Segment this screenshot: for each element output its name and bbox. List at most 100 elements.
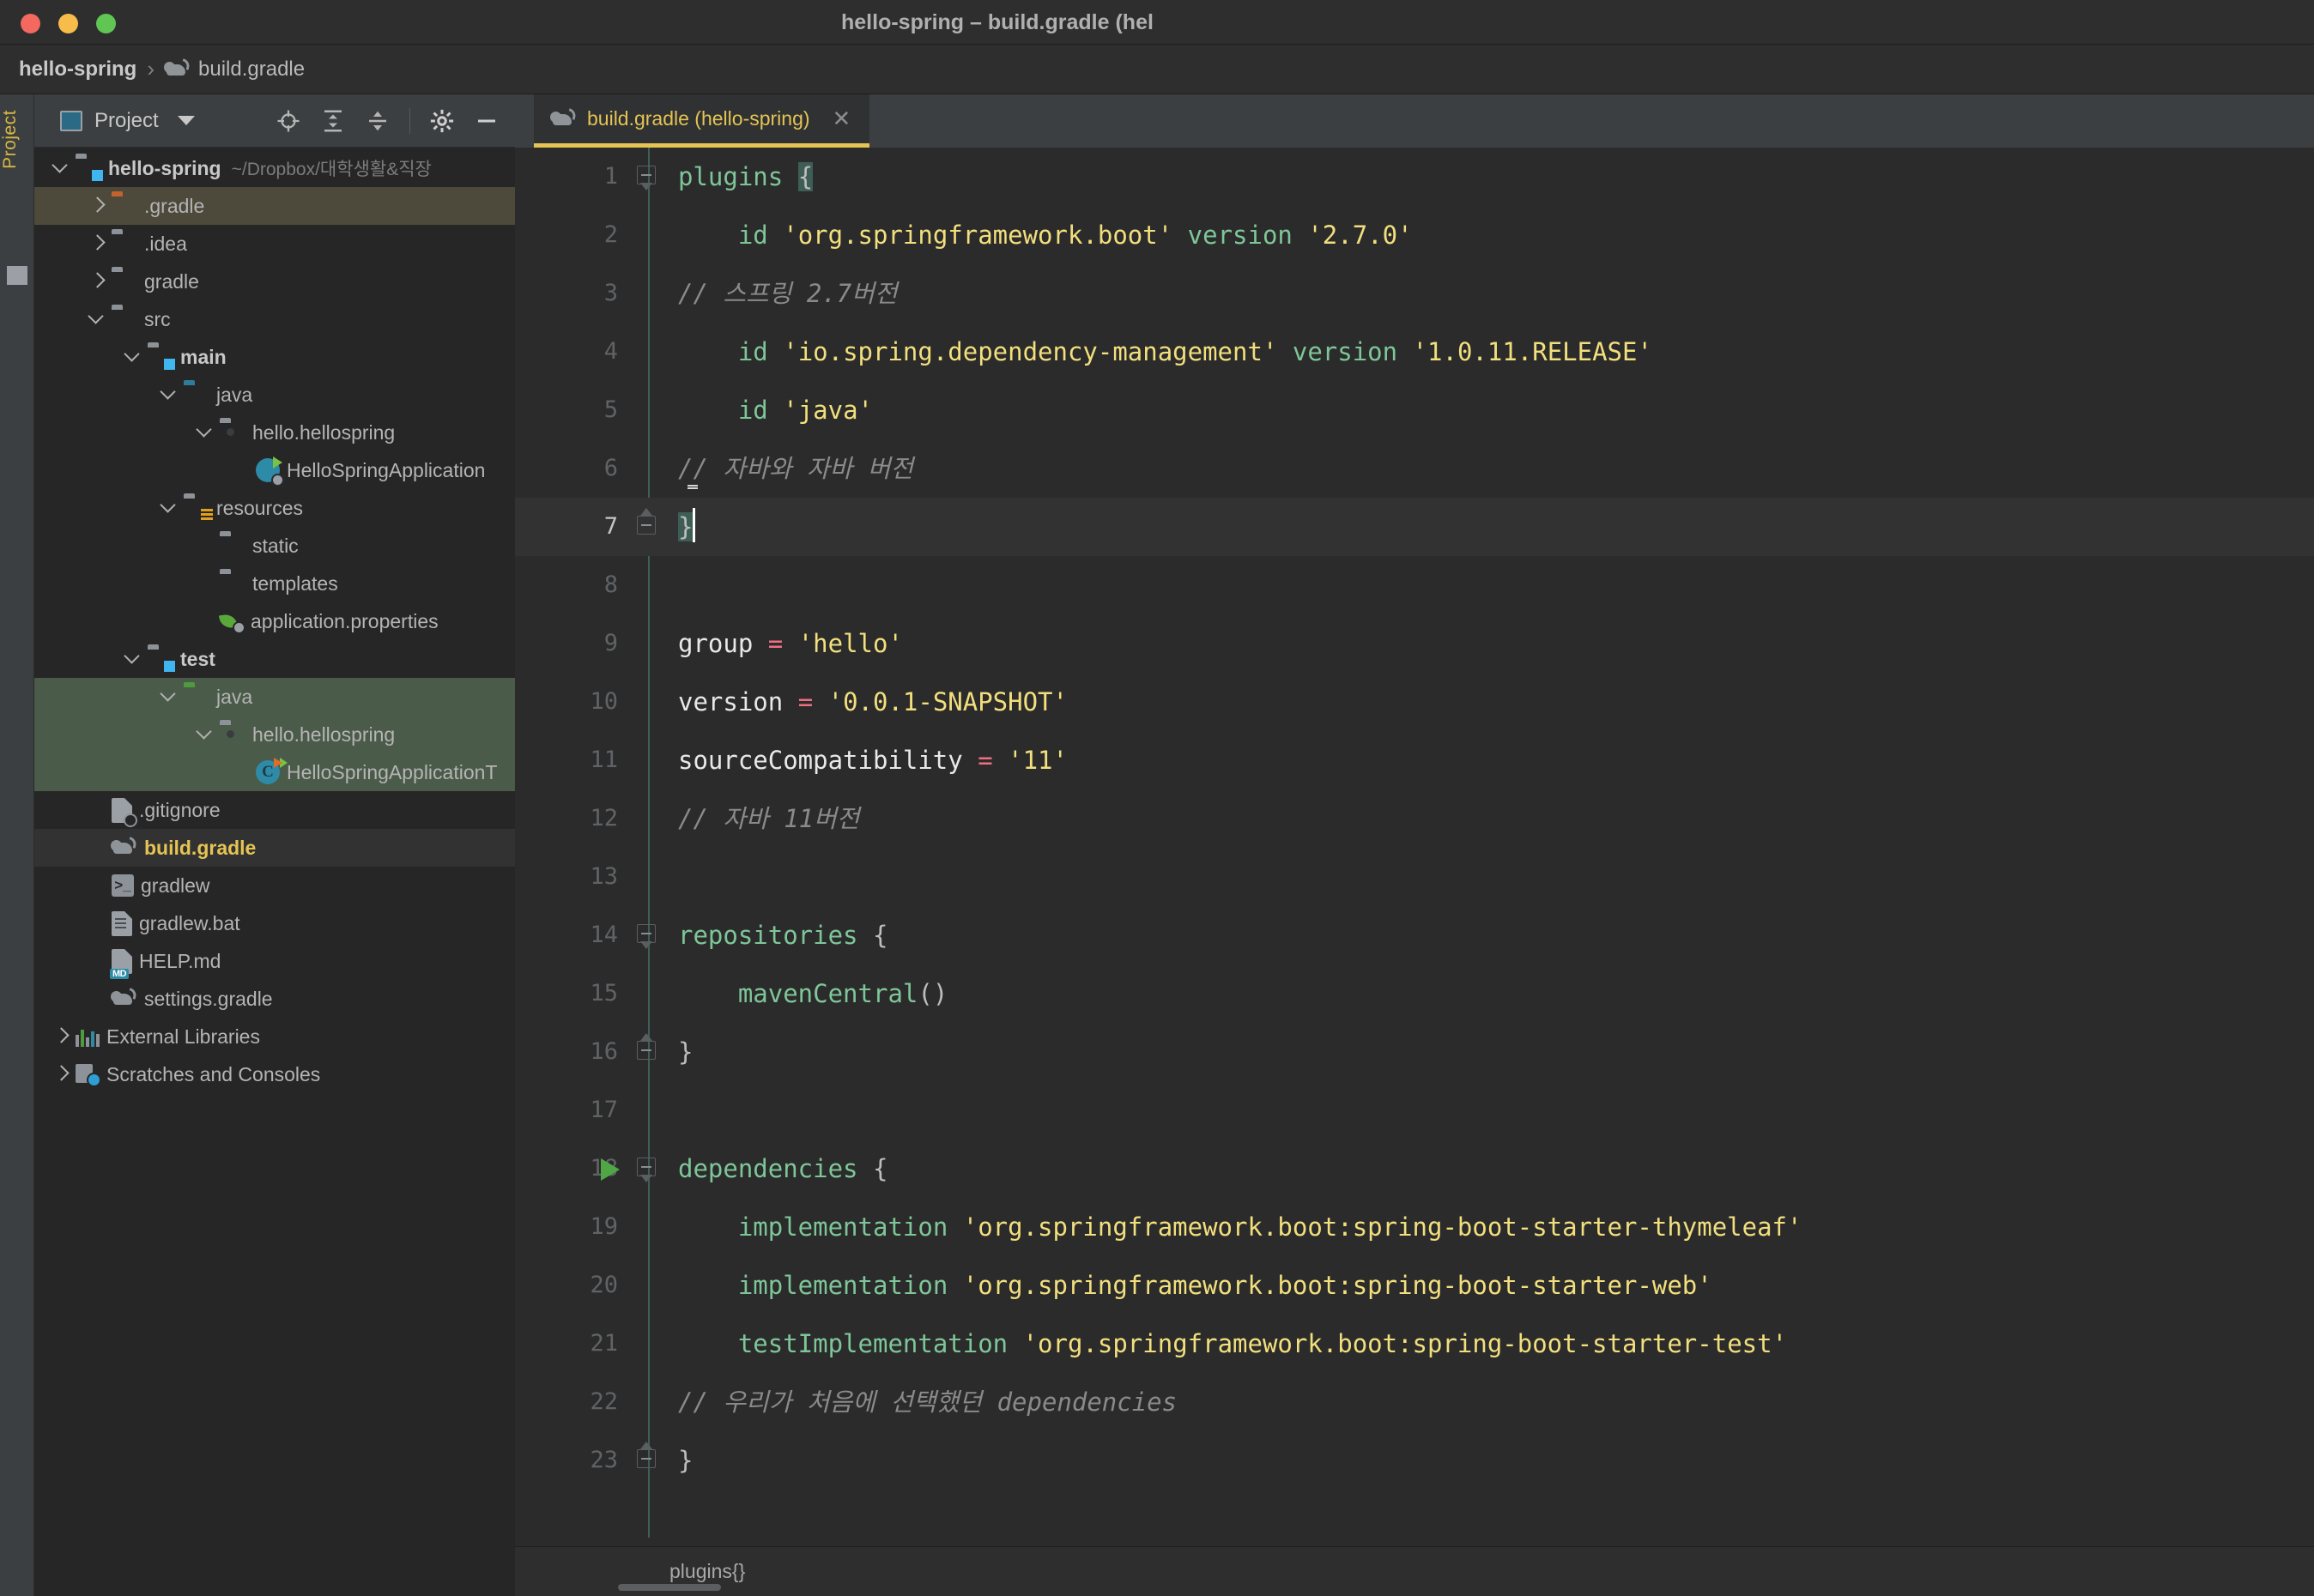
code-text[interactable]: // 우리가 처음에 선택했던 dependencies (678, 1373, 1177, 1431)
tree-node[interactable]: src (34, 300, 515, 338)
code-line[interactable]: 20 implementation 'org.springframework.b… (515, 1256, 2314, 1315)
tree-node[interactable]: C HelloSpringApplicationT (34, 753, 515, 791)
chevron-down-icon[interactable] (158, 497, 180, 519)
fold-end-icon[interactable] (637, 1033, 659, 1063)
tree-node[interactable]: Scratches and Consoles (34, 1055, 515, 1093)
chevron-down-icon[interactable] (194, 421, 216, 444)
horizontal-scrollbar-thumb[interactable] (618, 1584, 721, 1591)
chevron-right-icon[interactable] (86, 270, 108, 293)
chevron-right-icon[interactable] (86, 195, 108, 217)
code-editor[interactable]: 1 plugins {2 id 'org.springframework.boot… (515, 148, 2314, 1538)
code-line[interactable]: 8 (515, 556, 2314, 614)
chevron-right-icon[interactable] (50, 1063, 72, 1085)
code-text[interactable]: // 스프링 2.7버전 (678, 264, 898, 323)
code-text[interactable]: implementation 'org.springframework.boot… (678, 1256, 1712, 1315)
tree-node[interactable]: MD HELP.md (34, 942, 515, 980)
tree-node[interactable]: .idea (34, 225, 515, 263)
chevron-down-icon[interactable] (50, 157, 72, 179)
project-tree[interactable]: hello-spring ~/Dropbox/대학생활&직장 .gradle .ide… (34, 148, 515, 1596)
tree-node[interactable]: >_ gradlew (34, 867, 515, 904)
settings-gear-icon[interactable] (429, 108, 455, 134)
breadcrumb-project[interactable]: hello-spring (19, 57, 136, 82)
run-gutter-icon[interactable] (601, 1158, 620, 1181)
close-icon[interactable]: ✕ (833, 106, 851, 132)
tree-node[interactable]: java (34, 678, 515, 716)
locate-in-tree-icon[interactable] (276, 108, 301, 134)
tree-node[interactable]: HelloSpringApplication (34, 451, 515, 489)
code-text[interactable]: id 'io.spring.dependency-management' ver… (678, 323, 1652, 381)
tree-node[interactable]: gradle (34, 263, 515, 300)
chevron-down-icon[interactable] (122, 648, 144, 670)
code-line[interactable]: 10 version = '0.0.1-SNAPSHOT' (515, 673, 2314, 731)
code-line[interactable]: 23} (515, 1431, 2314, 1490)
code-text[interactable]: } (678, 1023, 693, 1081)
chevron-down-icon[interactable] (158, 686, 180, 708)
tree-node[interactable]: build.gradle (34, 829, 515, 867)
tree-node[interactable]: .gradle (34, 187, 515, 225)
code-text[interactable]: id 'org.springframework.boot' version '2… (678, 206, 1413, 264)
code-line[interactable]: 2 id 'org.springframework.boot' version … (515, 206, 2314, 264)
code-text[interactable]: } (678, 498, 696, 556)
code-text[interactable]: implementation 'org.springframework.boot… (678, 1198, 1802, 1256)
tree-node[interactable]: java (34, 376, 515, 414)
tree-node[interactable]: settings.gradle (34, 980, 515, 1018)
fold-end-icon[interactable] (637, 508, 659, 538)
hide-panel-icon[interactable] (474, 108, 500, 134)
code-text[interactable]: group = 'hello' (678, 614, 903, 673)
code-line[interactable]: 19 implementation 'org.springframework.b… (515, 1198, 2314, 1256)
chevron-down-icon[interactable] (194, 723, 216, 746)
code-text[interactable]: plugins { (678, 148, 814, 206)
code-line[interactable]: 6 // 자바와 자바 버전 (515, 439, 2314, 498)
chevron-down-icon[interactable] (177, 116, 195, 125)
code-line[interactable]: 22 // 우리가 처음에 선택했던 dependencies (515, 1373, 2314, 1431)
tree-node[interactable]: hello.hellospring (34, 414, 515, 451)
code-line[interactable]: 14 repositories { (515, 906, 2314, 964)
code-line[interactable]: 1 plugins { (515, 148, 2314, 206)
tree-node[interactable]: templates (34, 565, 515, 602)
code-line[interactable]: 21 testImplementation 'org.springframewo… (515, 1315, 2314, 1373)
code-line[interactable]: 17 (515, 1081, 2314, 1140)
code-text[interactable]: // 자바 11버전 (678, 789, 859, 848)
code-text[interactable]: id 'java' (678, 381, 873, 439)
editor-tab-build-gradle[interactable]: build.gradle (hello-spring) ✕ (534, 94, 870, 148)
structure-icon[interactable] (7, 266, 27, 285)
code-text[interactable]: dependencies { (678, 1140, 887, 1198)
code-text[interactable]: } (678, 1431, 693, 1490)
tree-node[interactable]: gradlew.bat (34, 904, 515, 942)
tree-node[interactable]: .gitignore (34, 791, 515, 829)
code-text[interactable]: version = '0.0.1-SNAPSHOT' (678, 673, 1068, 731)
tree-node[interactable]: resources (34, 489, 515, 527)
code-line[interactable]: 4 id 'io.spring.dependency-management' v… (515, 323, 2314, 381)
tree-node[interactable]: test (34, 640, 515, 678)
tree-node[interactable]: static (34, 527, 515, 565)
tree-node[interactable]: hello-spring ~/Dropbox/대학생활&직장 (34, 149, 515, 187)
fold-end-icon[interactable] (637, 1442, 659, 1472)
tool-window-button-project[interactable]: Project (0, 110, 34, 169)
code-text[interactable]: repositories { (678, 906, 887, 964)
code-line[interactable]: 15 mavenCentral() (515, 964, 2314, 1023)
code-line[interactable]: 9 group = 'hello' (515, 614, 2314, 673)
expand-all-icon[interactable] (320, 108, 346, 134)
fold-collapse-icon[interactable] (637, 1158, 659, 1182)
bottom-breadcrumb[interactable]: plugins{} (669, 1560, 745, 1583)
code-text[interactable]: testImplementation 'org.springframework.… (678, 1315, 1787, 1373)
fold-collapse-icon[interactable] (637, 166, 659, 190)
code-line[interactable]: 11 sourceCompatibility = '11' (515, 731, 2314, 789)
chevron-down-icon[interactable] (122, 346, 144, 368)
code-line[interactable]: 13 (515, 848, 2314, 906)
code-line[interactable]: 12 // 자바 11버전 (515, 789, 2314, 848)
fold-collapse-icon[interactable] (637, 924, 659, 949)
chevron-down-icon[interactable] (86, 308, 108, 330)
code-line[interactable]: 5 id 'java' (515, 381, 2314, 439)
tree-node[interactable]: application.properties (34, 602, 515, 640)
tree-node[interactable]: External Libraries (34, 1018, 515, 1055)
code-line[interactable]: 18 dependencies { (515, 1140, 2314, 1198)
chevron-right-icon[interactable] (86, 233, 108, 255)
chevron-right-icon[interactable] (50, 1025, 72, 1048)
code-line[interactable]: 16} (515, 1023, 2314, 1081)
breadcrumb-file-item[interactable]: build.gradle (164, 57, 305, 82)
collapse-all-icon[interactable] (365, 108, 391, 134)
code-text[interactable]: sourceCompatibility = '11' (678, 731, 1068, 789)
code-text[interactable]: mavenCentral() (678, 964, 948, 1023)
code-line[interactable]: 3 // 스프링 2.7버전 (515, 264, 2314, 323)
